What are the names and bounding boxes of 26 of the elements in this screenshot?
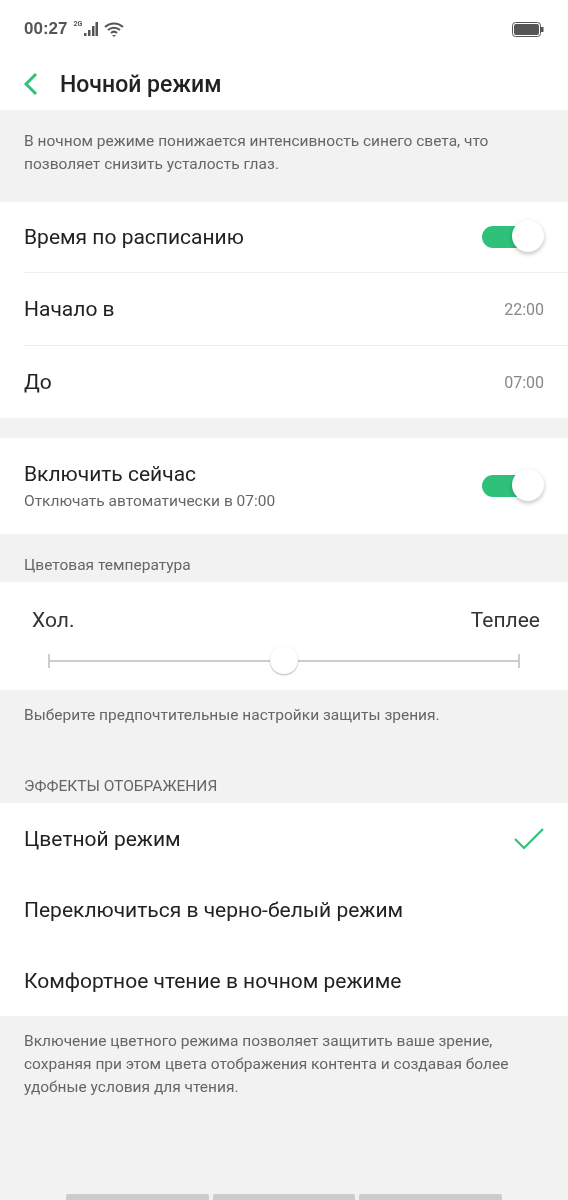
- setting-label: Время по расписанию: [24, 225, 244, 249]
- option-item[interactable]: Цветной режим: [0, 803, 568, 874]
- description-text: В ночном режиме понижается интенсивность синего света, что позволяет снизить усталость глаз.: [23, 131, 490, 175]
- setting-label: Начало в: [24, 297, 115, 321]
- page-title: Ночной режим: [60, 70, 222, 98]
- note-text: Выберите предпочтительные настройки защиты зрения.: [23, 705, 441, 726]
- section-heading: Цветовая температура: [23, 555, 192, 576]
- setting-label: До: [24, 370, 52, 394]
- slider-thumb[interactable]: [270, 646, 298, 674]
- option-item[interactable]: Комфортное чтение в ночном режиме: [0, 945, 568, 1016]
- section-heading: ЭФФЕКТЫ ОТОБРАЖЕНИЯ: [23, 776, 219, 797]
- note-text: Включение цветного режима позволяет защитить ваше зрение, сохраняя при этом цвета отображения контента и создавая более удобные условия для чтения.: [23, 1031, 510, 1098]
- option-item[interactable]: Переключиться в черно-белый режим: [0, 874, 568, 945]
- cool-label: Хол.: [32, 608, 75, 632]
- status-time: 00:27: [24, 19, 68, 39]
- time-value[interactable]: 07:00: [504, 372, 544, 392]
- toggle-switch[interactable]: [482, 223, 544, 251]
- warm-label: Теплее: [470, 608, 540, 632]
- setting-label: Включить сейчас: [24, 462, 197, 486]
- back-icon[interactable]: [24, 72, 38, 96]
- battery-icon: [512, 21, 544, 37]
- wifi-icon: [104, 21, 125, 37]
- setting-sublabel: Отключать автоматически в 07:00: [24, 492, 276, 510]
- signal-icon: [84, 22, 99, 36]
- time-value[interactable]: 22:00: [504, 299, 544, 319]
- toggle-switch[interactable]: [482, 472, 544, 500]
